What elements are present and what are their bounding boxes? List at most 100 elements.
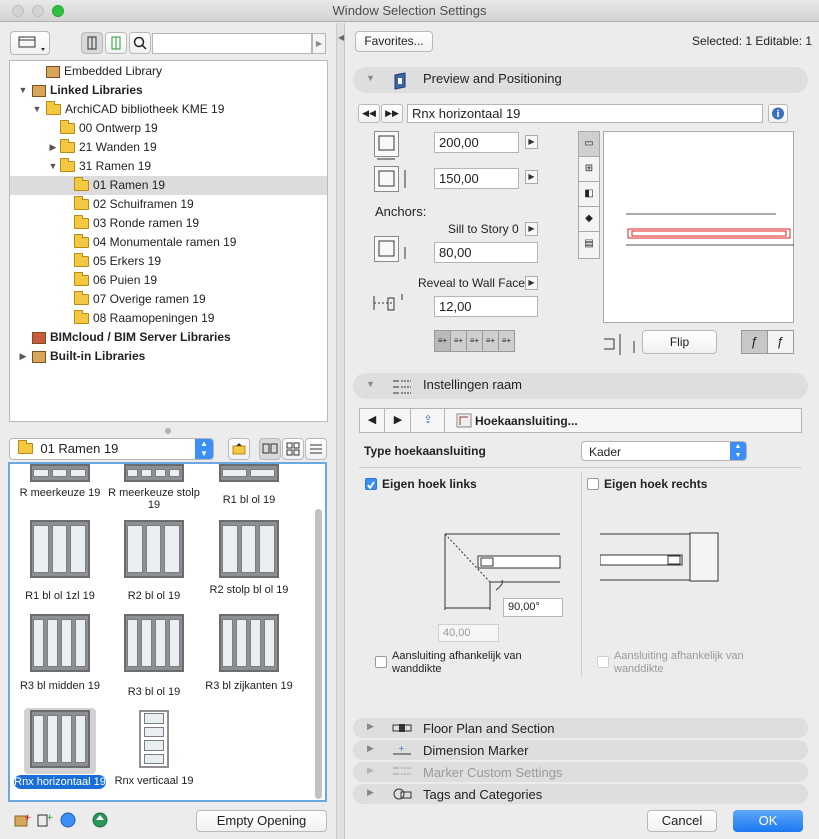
- gallery-item[interactable]: R2 bl ol 19: [108, 520, 200, 616]
- minimize-window-button[interactable]: [32, 5, 44, 17]
- upload-button[interactable]: [90, 810, 110, 830]
- tree-item[interactable]: 02 Schuiframen 19: [10, 195, 327, 214]
- floor-plan-section-header[interactable]: ▶: [353, 718, 808, 738]
- bimcomponents-button[interactable]: [58, 810, 78, 830]
- tree-item[interactable]: 01 Ramen 19: [10, 176, 327, 195]
- disclosure-closed-icon[interactable]: ▶: [48, 138, 58, 157]
- tree-item[interactable]: ▼ ArchiCAD bibliotheek KME 19: [10, 100, 327, 119]
- small-icons-view-button[interactable]: [282, 438, 304, 460]
- flip-button[interactable]: Flip: [642, 330, 717, 354]
- disclosure-closed-icon[interactable]: ▶: [18, 347, 28, 366]
- page-list-button[interactable]: ⇪: [412, 409, 445, 432]
- list-view-button[interactable]: [305, 438, 327, 460]
- disclosure-open-icon[interactable]: ▼: [32, 100, 42, 119]
- tree-item[interactable]: 04 Monumentale ramen 19: [10, 233, 327, 252]
- info-button[interactable]: i: [768, 104, 788, 123]
- prev-page-button[interactable]: ◀: [360, 409, 385, 432]
- height-arrow-button[interactable]: ▶: [525, 170, 538, 184]
- sill-anchor-button[interactable]: ▶: [525, 222, 538, 236]
- instellingen-raam-header[interactable]: ▼: [353, 373, 808, 399]
- view-mode-button[interactable]: [10, 31, 50, 55]
- tree-item-label: Linked Libraries: [50, 83, 143, 97]
- tree-item[interactable]: 08 Raamopeningen 19: [10, 309, 327, 328]
- object-filter-button[interactable]: [81, 32, 103, 54]
- dimension-marker-header[interactable]: ▶ +: [353, 740, 808, 760]
- folder-select[interactable]: 01 Ramen 19 ▲ ▼: [9, 438, 214, 460]
- gallery-item[interactable]: R meerkeuze stolp 19: [108, 464, 200, 513]
- disclosure-open-icon[interactable]: ▼: [48, 157, 58, 176]
- next-object-button[interactable]: ▶▶: [381, 104, 403, 123]
- add-library-button[interactable]: +: [12, 810, 32, 830]
- aansluiting-rechts-checkbox[interactable]: [597, 656, 609, 668]
- close-window-button[interactable]: [12, 5, 24, 17]
- type-hoekaansluiting-select[interactable]: Kader ▲ ▼: [581, 441, 747, 461]
- tree-item[interactable]: 05 Erkers 19: [10, 252, 327, 271]
- gallery-scrollbar[interactable]: [315, 509, 322, 799]
- gallery-item[interactable]: R3 bl midden 19: [14, 614, 106, 706]
- reveal-depth-field[interactable]: 12,00: [434, 296, 538, 317]
- eigen-hoek-links-checkbox[interactable]: [365, 478, 377, 490]
- anchor-option-5[interactable]: ≡+: [499, 331, 514, 351]
- large-icons-view-button[interactable]: [259, 438, 281, 460]
- sill-height-field[interactable]: 80,00: [434, 242, 538, 263]
- prev-object-button[interactable]: ◀◀: [358, 104, 380, 123]
- anchor-option-2[interactable]: ≡+: [451, 331, 467, 351]
- ok-button[interactable]: OK: [733, 810, 803, 832]
- tree-item[interactable]: ▼ 31 Ramen 19: [10, 157, 327, 176]
- disclosure-open-icon[interactable]: ▼: [18, 81, 28, 100]
- anchor-option-4[interactable]: ≡+: [483, 331, 499, 351]
- tree-item[interactable]: 06 Puien 19: [10, 271, 327, 290]
- window-thumbnail-icon: [30, 614, 90, 672]
- gallery-item[interactable]: R1 bl ol 19: [203, 464, 295, 520]
- search-go-button[interactable]: ▶: [312, 33, 326, 54]
- depth-field[interactable]: 40,00: [438, 624, 499, 642]
- elevation-view-toggle[interactable]: ◧: [579, 182, 599, 207]
- width-field[interactable]: 200,00: [434, 132, 519, 153]
- splitter-handle[interactable]: [165, 428, 171, 434]
- favorites-button[interactable]: Favorites...: [355, 31, 433, 52]
- reveal-anchor-button[interactable]: ▶: [525, 276, 538, 290]
- tree-item[interactable]: 07 Overige ramen 19: [10, 290, 327, 309]
- add-object-button[interactable]: +: [35, 810, 55, 830]
- height-field[interactable]: 150,00: [434, 168, 519, 189]
- gallery-item[interactable]: Rnx verticaal 19: [108, 710, 200, 801]
- eigen-hoek-rechts-checkbox[interactable]: [587, 478, 599, 490]
- gallery-item[interactable]: Rnx horizontaal 19: [14, 708, 106, 801]
- tree-item[interactable]: 00 Ontwerp 19: [10, 119, 327, 138]
- gallery-item[interactable]: R3 bl ol 19: [108, 614, 200, 712]
- tree-item[interactable]: ▼ Linked Libraries: [10, 81, 327, 100]
- width-arrow-button[interactable]: ▶: [525, 135, 538, 149]
- tree-item[interactable]: Embedded Library: [10, 62, 327, 81]
- gallery-item[interactable]: R1 bl ol 1zl 19: [14, 520, 106, 616]
- anchor-option-3[interactable]: ≡+: [467, 331, 483, 351]
- side-option-left[interactable]: ƒ: [742, 331, 768, 353]
- linked-filter-button[interactable]: [105, 32, 127, 54]
- plan-view-toggle[interactable]: ▭: [579, 132, 599, 157]
- folder-up-button[interactable]: [228, 438, 250, 460]
- tree-item[interactable]: 03 Ronde ramen 19: [10, 214, 327, 233]
- aansluiting-links-checkbox[interactable]: [375, 656, 387, 668]
- cancel-button[interactable]: Cancel: [647, 810, 717, 832]
- tree-item[interactable]: BIMcloud / BIM Server Libraries: [10, 328, 327, 347]
- gallery-item[interactable]: R3 bl zijkanten 19: [203, 614, 295, 706]
- tree-item[interactable]: ▶ Built-in Libraries: [10, 347, 327, 366]
- search-input[interactable]: [152, 33, 312, 54]
- pane-splitter[interactable]: ◀: [336, 23, 345, 839]
- section-view-toggle[interactable]: ⊞: [579, 157, 599, 182]
- 3d-view-toggle[interactable]: ◆: [579, 207, 599, 232]
- gallery-item[interactable]: R2 stolp bl ol 19: [203, 520, 295, 610]
- tags-categories-header[interactable]: ▶: [353, 784, 808, 804]
- marker-custom-settings-header[interactable]: ▶: [353, 762, 808, 782]
- zoom-window-button[interactable]: [52, 5, 64, 17]
- side-option-right[interactable]: ƒ: [768, 331, 793, 353]
- anchor-option-1[interactable]: ≡+: [435, 331, 451, 351]
- object-name-field[interactable]: Rnx horizontaal 19: [407, 104, 763, 123]
- info-view-toggle[interactable]: ▤: [579, 232, 599, 257]
- empty-opening-button[interactable]: Empty Opening: [196, 810, 327, 832]
- preview-positioning-header[interactable]: ▼: [353, 67, 808, 93]
- tree-item[interactable]: ▶ 21 Wanden 19: [10, 138, 327, 157]
- next-page-button[interactable]: ▶: [386, 409, 411, 432]
- gallery-item[interactable]: R meerkeuze 19: [14, 464, 106, 513]
- angle-field[interactable]: 90,00°: [503, 598, 563, 617]
- search-button[interactable]: [129, 32, 151, 54]
